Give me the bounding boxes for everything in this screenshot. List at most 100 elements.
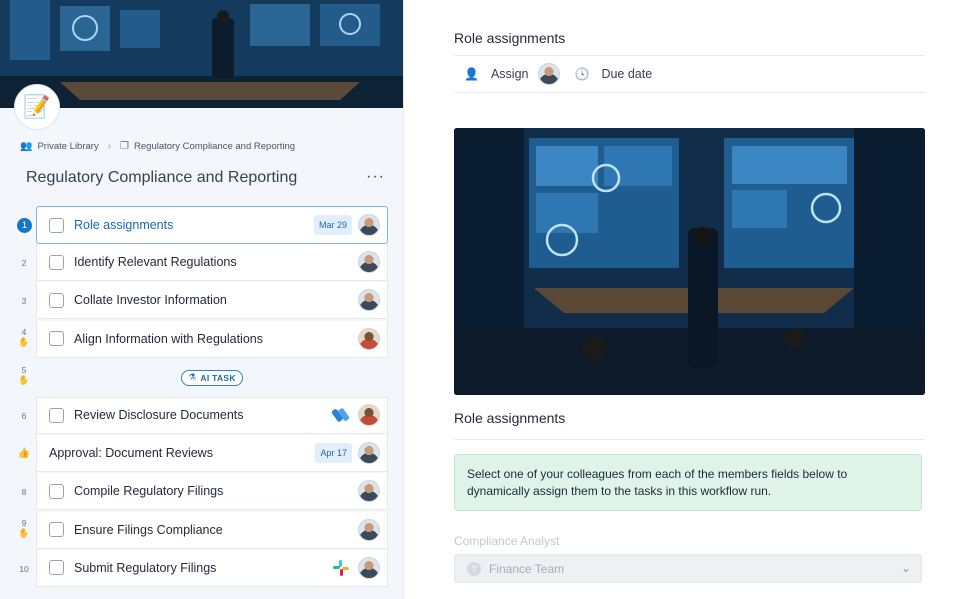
avatar (358, 327, 380, 350)
avatar (358, 214, 380, 236)
avatar (358, 556, 380, 579)
ai-task-row[interactable]: 5 ✋ ⚗ AI TASK (0, 359, 403, 397)
task-number: 8 (21, 487, 27, 498)
task-card-approval[interactable]: Approval: Document Reviews Apr 17 (36, 435, 388, 473)
avatar (358, 518, 380, 541)
task-label[interactable]: Submit Regulatory Filings (74, 561, 331, 575)
task-number-text: 5 (21, 364, 27, 375)
ai-task-badge[interactable]: ⚗ AI TASK (181, 369, 243, 386)
avatar (358, 251, 380, 274)
task-number: 1 (17, 218, 32, 233)
avatar (358, 404, 380, 427)
chevron-right-icon: › (107, 141, 112, 152)
task-checkbox[interactable] (49, 217, 64, 233)
due-date-button[interactable]: Due date (601, 67, 652, 81)
task-row[interactable]: 👍 Approval: Document Reviews Apr 17 (0, 435, 403, 473)
avatar (358, 442, 380, 465)
avatar (358, 480, 380, 503)
hand-stop-icon: ✋ (18, 374, 30, 385)
compliance-analyst-select[interactable]: ? Finance Team ⌄ (454, 554, 922, 583)
task-label[interactable]: Approval: Document Reviews (49, 446, 315, 460)
task-label[interactable]: Collate Investor Information (74, 293, 358, 307)
hand-stop-icon: ✋ (18, 336, 30, 347)
assignee-avatar[interactable] (538, 63, 561, 85)
breadcrumb-template[interactable]: Regulatory Compliance and Reporting (134, 141, 295, 152)
task-number-text: 9 (21, 517, 27, 528)
due-date-badge: Apr 17 (315, 443, 352, 464)
task-number: 👍 (14, 448, 34, 460)
sidebar: 📝 👥 Private Library › ❐ Regulatory Compl… (0, 0, 404, 599)
task-row[interactable]: 8 Compile Regulatory Filings (0, 473, 403, 511)
task-checkbox[interactable] (49, 407, 64, 423)
due-date-badge: Mar 29 (313, 215, 352, 235)
task-checkbox[interactable] (49, 522, 64, 537)
task-label[interactable]: Align Information with Regulations (74, 332, 358, 346)
divider (454, 439, 925, 440)
task-card[interactable]: Compile Regulatory Filings (36, 473, 388, 511)
task-hero-image (454, 128, 925, 395)
template-icon[interactable]: 📝 (14, 84, 60, 130)
task-list: 1 Role assignments Mar 29 2 Identify Rel… (0, 206, 403, 588)
divider (454, 55, 925, 56)
integration-app-icon (331, 408, 350, 423)
task-number: 9 ✋ (14, 518, 34, 538)
more-options-button[interactable]: ··· (366, 168, 385, 186)
user-icon: 👤 (464, 67, 479, 81)
thumbs-up-icon: 👍 (17, 448, 31, 460)
task-row[interactable]: 4 ✋ Align Information with Regulations (0, 320, 403, 359)
ai-flask-icon: ⚗ (188, 372, 197, 383)
breadcrumb-library[interactable]: Private Library (37, 141, 98, 152)
task-label[interactable]: Identify Relevant Regulations (74, 255, 358, 269)
task-meta-row: 👤 Assign 🕓 Due date (464, 63, 652, 85)
avatar (358, 289, 380, 312)
task-row[interactable]: 1 Role assignments Mar 29 (0, 206, 403, 244)
task-label[interactable]: Role assignments (74, 218, 314, 232)
task-number: 3 (21, 296, 27, 307)
group-icon: ? (467, 561, 481, 576)
task-number: 4 ✋ (14, 327, 34, 347)
chevron-down-icon: ⌄ (900, 561, 911, 575)
divider (454, 92, 925, 93)
task-checkbox[interactable] (49, 560, 64, 576)
info-callout: Select one of your colleagues from each … (454, 454, 922, 511)
breadcrumb: 👥 Private Library › ❐ Regulatory Complia… (20, 141, 295, 152)
task-number: 5 ✋ (14, 365, 34, 385)
users-icon: 👥 (20, 141, 33, 152)
assign-button[interactable]: Assign (491, 67, 529, 81)
clock-icon: 🕓 (574, 67, 590, 81)
task-checkbox[interactable] (49, 331, 64, 347)
section-heading: Role assignments (454, 410, 566, 426)
task-number: 10 (19, 563, 29, 574)
task-row[interactable]: 6 Review Disclosure Documents (0, 396, 403, 435)
task-title: Role assignments (454, 30, 566, 46)
task-checkbox[interactable] (49, 254, 64, 270)
task-label[interactable]: Review Disclosure Documents (74, 408, 331, 422)
task-row[interactable]: 3 Collate Investor Information (0, 282, 403, 320)
task-number: 6 (21, 410, 27, 421)
task-label[interactable]: Compile Regulatory Filings (74, 484, 358, 498)
compliance-analyst-label: Compliance Analyst (454, 534, 560, 548)
task-card[interactable]: Review Disclosure Documents (36, 396, 388, 434)
select-value: Finance Team (489, 561, 565, 576)
hand-stop-icon: ✋ (18, 527, 30, 538)
task-label[interactable]: Ensure Filings Compliance (74, 523, 358, 537)
task-number-text: 4 (21, 326, 27, 337)
task-detail-panel: Role assignments 👤 Assign 🕓 Due date Rol… (404, 0, 976, 599)
ai-task-label: AI TASK (200, 372, 236, 383)
task-row[interactable]: 9 ✋ Ensure Filings Compliance (0, 511, 403, 550)
task-card[interactable]: Submit Regulatory Filings (36, 549, 388, 587)
task-checkbox[interactable] (49, 483, 64, 499)
task-row[interactable]: 2 Identify Relevant Regulations (0, 244, 403, 282)
task-card[interactable]: Identify Relevant Regulations (36, 244, 388, 282)
task-card-role-assignments[interactable]: Role assignments Mar 29 (36, 206, 388, 244)
template-copy-icon: ❐ (120, 141, 130, 152)
task-card[interactable]: Collate Investor Information (36, 282, 388, 320)
template-cover-image (0, 0, 403, 108)
slack-icon (333, 559, 349, 576)
task-checkbox[interactable] (49, 292, 64, 308)
task-card[interactable]: Align Information with Regulations (36, 320, 388, 358)
task-number: 2 (21, 258, 27, 269)
task-row[interactable]: 10 Submit Regulatory Filings (0, 549, 403, 588)
template-title: Regulatory Compliance and Reporting (26, 169, 298, 186)
task-card[interactable]: Ensure Filings Compliance (36, 511, 388, 549)
